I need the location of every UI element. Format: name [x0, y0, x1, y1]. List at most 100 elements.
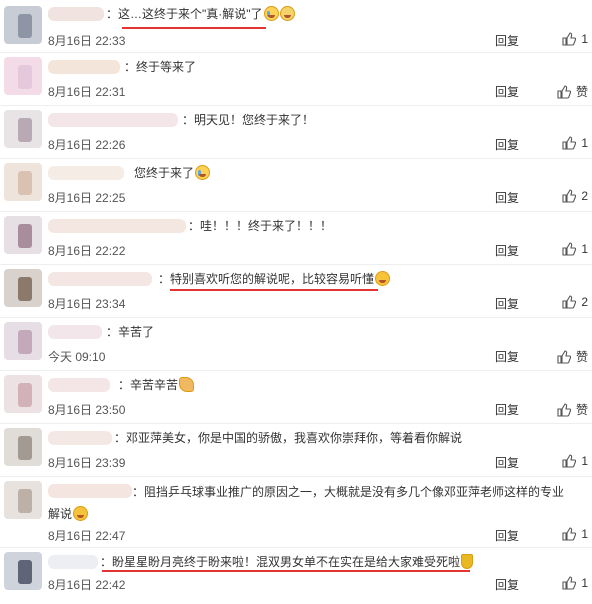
crying-face-icon: [195, 165, 211, 180]
thumbs-up-icon: [562, 295, 577, 309]
comment-text-container: ：特别喜欢听您的解说呢，比较容易听懂: [158, 269, 391, 289]
avatar[interactable]: [4, 216, 42, 254]
thumbs-up-icon: [562, 32, 577, 46]
avatar[interactable]: [4, 428, 42, 466]
avatar[interactable]: [4, 375, 42, 413]
trophy-icon: [461, 554, 474, 569]
avatar[interactable]: [4, 481, 42, 519]
avatar[interactable]: [4, 552, 42, 590]
comment-time: 8月16日 23:39: [48, 456, 126, 470]
like-count: 1: [581, 454, 588, 468]
comment-text-container: ：辛苦辛苦: [118, 375, 195, 395]
username-blurred[interactable]: [48, 7, 104, 21]
like-count: 1: [581, 527, 588, 541]
like-count: 1: [581, 576, 588, 590]
like-count: 1: [581, 136, 588, 150]
thumbs-up-icon: [562, 242, 577, 256]
thumbs-up-icon: [562, 454, 577, 468]
muscle-icon: [179, 377, 195, 392]
comment-text-container: ：邓亚萍美女，你是中国的骄傲，我喜欢你崇拜你，等着看你解说: [114, 428, 462, 448]
comment-item: ：阻挡乒乓球事业推广的原因之一，大概就是没有多几个像邓亚萍老师这样的专业解说 8…: [0, 477, 592, 548]
reply-button[interactable]: 回复: [495, 136, 519, 153]
comment-text-container: ：明天见！您终于来了！: [182, 110, 314, 130]
like-button[interactable]: 1: [562, 136, 588, 150]
like-button[interactable]: 1: [562, 576, 588, 590]
comment-time: 8月16日 22:42: [48, 578, 126, 592]
like-button[interactable]: 1: [562, 454, 588, 468]
like-count: 1: [581, 242, 588, 256]
like-button[interactable]: 1: [562, 242, 588, 256]
crying-face-icon: [263, 6, 279, 21]
username-blurred[interactable]: [48, 325, 102, 339]
thumbs-up-icon: [562, 576, 577, 590]
red-underline: [102, 570, 470, 572]
like-button[interactable]: 1: [562, 32, 588, 46]
comment-text: ：这…这终于来个"真·解说"了: [106, 7, 263, 21]
avatar[interactable]: [4, 6, 42, 44]
comment-text-container: ：终于等来了: [124, 57, 196, 77]
like-count: 赞: [575, 85, 588, 99]
comment-item: ：明天见！您终于来了！ 8月16日 22:26 回复 1: [0, 106, 592, 159]
username-blurred[interactable]: [48, 555, 98, 569]
username-blurred[interactable]: [48, 431, 112, 445]
comment-text-container: 您终于来了: [134, 163, 211, 183]
comment-time: 8月16日 22:31: [48, 85, 126, 99]
like-button[interactable]: 赞: [557, 348, 588, 365]
thumbs-up-icon: [562, 527, 577, 541]
comment-text: ：阻挡乒乓球事业推广的原因之一，大概就是没有多几个像邓亚萍老师这样的专业解说: [48, 485, 565, 521]
comment-text: 您终于来了: [134, 166, 195, 180]
comment-item: ：终于等来了 8月16日 22:31 回复 赞: [0, 53, 592, 106]
reply-button[interactable]: 回复: [495, 454, 519, 471]
like-button[interactable]: 2: [562, 295, 588, 309]
avatar[interactable]: [4, 322, 42, 360]
username-blurred[interactable]: [48, 219, 186, 233]
username-blurred[interactable]: [48, 60, 120, 74]
avatar[interactable]: [4, 110, 42, 148]
username-blurred[interactable]: [48, 113, 178, 127]
comment-time: 今天 09:10: [48, 350, 106, 364]
laughing-face-icon: [73, 506, 89, 521]
like-count: 赞: [575, 403, 588, 417]
username-blurred[interactable]: [48, 272, 152, 286]
comment-item: 您终于来了 8月16日 22:25 回复 2: [0, 159, 592, 212]
reply-button[interactable]: 回复: [495, 401, 519, 418]
thumbs-up-icon: [562, 136, 577, 150]
like-button[interactable]: 2: [562, 189, 588, 203]
comment-time: 8月16日 22:25: [48, 191, 126, 205]
comment-item: ：辛苦辛苦 8月16日 23:50 回复 赞: [0, 371, 592, 424]
red-underline: [170, 289, 378, 291]
username-blurred[interactable]: [48, 166, 124, 180]
avatar[interactable]: [4, 269, 42, 307]
avatar[interactable]: [4, 163, 42, 201]
red-underline: [122, 27, 266, 29]
like-button[interactable]: 赞: [557, 83, 588, 100]
reply-button[interactable]: 回复: [495, 32, 519, 49]
comment-time: 8月16日 23:34: [48, 297, 126, 311]
reply-button[interactable]: 回复: [495, 576, 519, 593]
comment-text: ：邓亚萍美女，你是中国的骄傲，我喜欢你崇拜你，等着看你解说: [114, 431, 463, 445]
thumbs-up-icon: [557, 85, 572, 99]
reply-button[interactable]: 回复: [495, 189, 519, 206]
like-count: 赞: [575, 350, 588, 364]
comment-text: ：哇！！！终于来了！！！: [188, 219, 333, 233]
laughing-face-icon: [375, 271, 391, 286]
reply-button[interactable]: 回复: [495, 527, 519, 544]
comment-time: 8月16日 22:47: [48, 529, 126, 543]
comment-time: 8月16日 22:22: [48, 244, 126, 258]
like-count: 1: [581, 32, 588, 46]
comment-list: ：这…这终于来个"真·解说"了 8月16日 22:33 回复 1 ：终于等来了 …: [0, 0, 592, 601]
reply-button[interactable]: 回复: [495, 295, 519, 312]
like-button[interactable]: 赞: [557, 401, 588, 418]
username-blurred[interactable]: [48, 378, 110, 392]
avatar[interactable]: [4, 57, 42, 95]
comment-text: ：辛苦了: [106, 325, 155, 339]
like-count: 2: [581, 189, 588, 203]
comment-text-container: ：盼星星盼月亮终于盼来啦！混双男女单不在实在是给大家难受死啦: [100, 552, 474, 572]
comment-text: ：辛苦辛苦: [118, 378, 179, 392]
like-button[interactable]: 1: [562, 527, 588, 541]
reply-button[interactable]: 回复: [495, 242, 519, 259]
reply-button[interactable]: 回复: [495, 348, 519, 365]
comment-text-container: ：这…这终于来个"真·解说"了: [106, 4, 295, 24]
comment-text-container: ：辛苦了: [106, 322, 154, 342]
reply-button[interactable]: 回复: [495, 83, 519, 100]
